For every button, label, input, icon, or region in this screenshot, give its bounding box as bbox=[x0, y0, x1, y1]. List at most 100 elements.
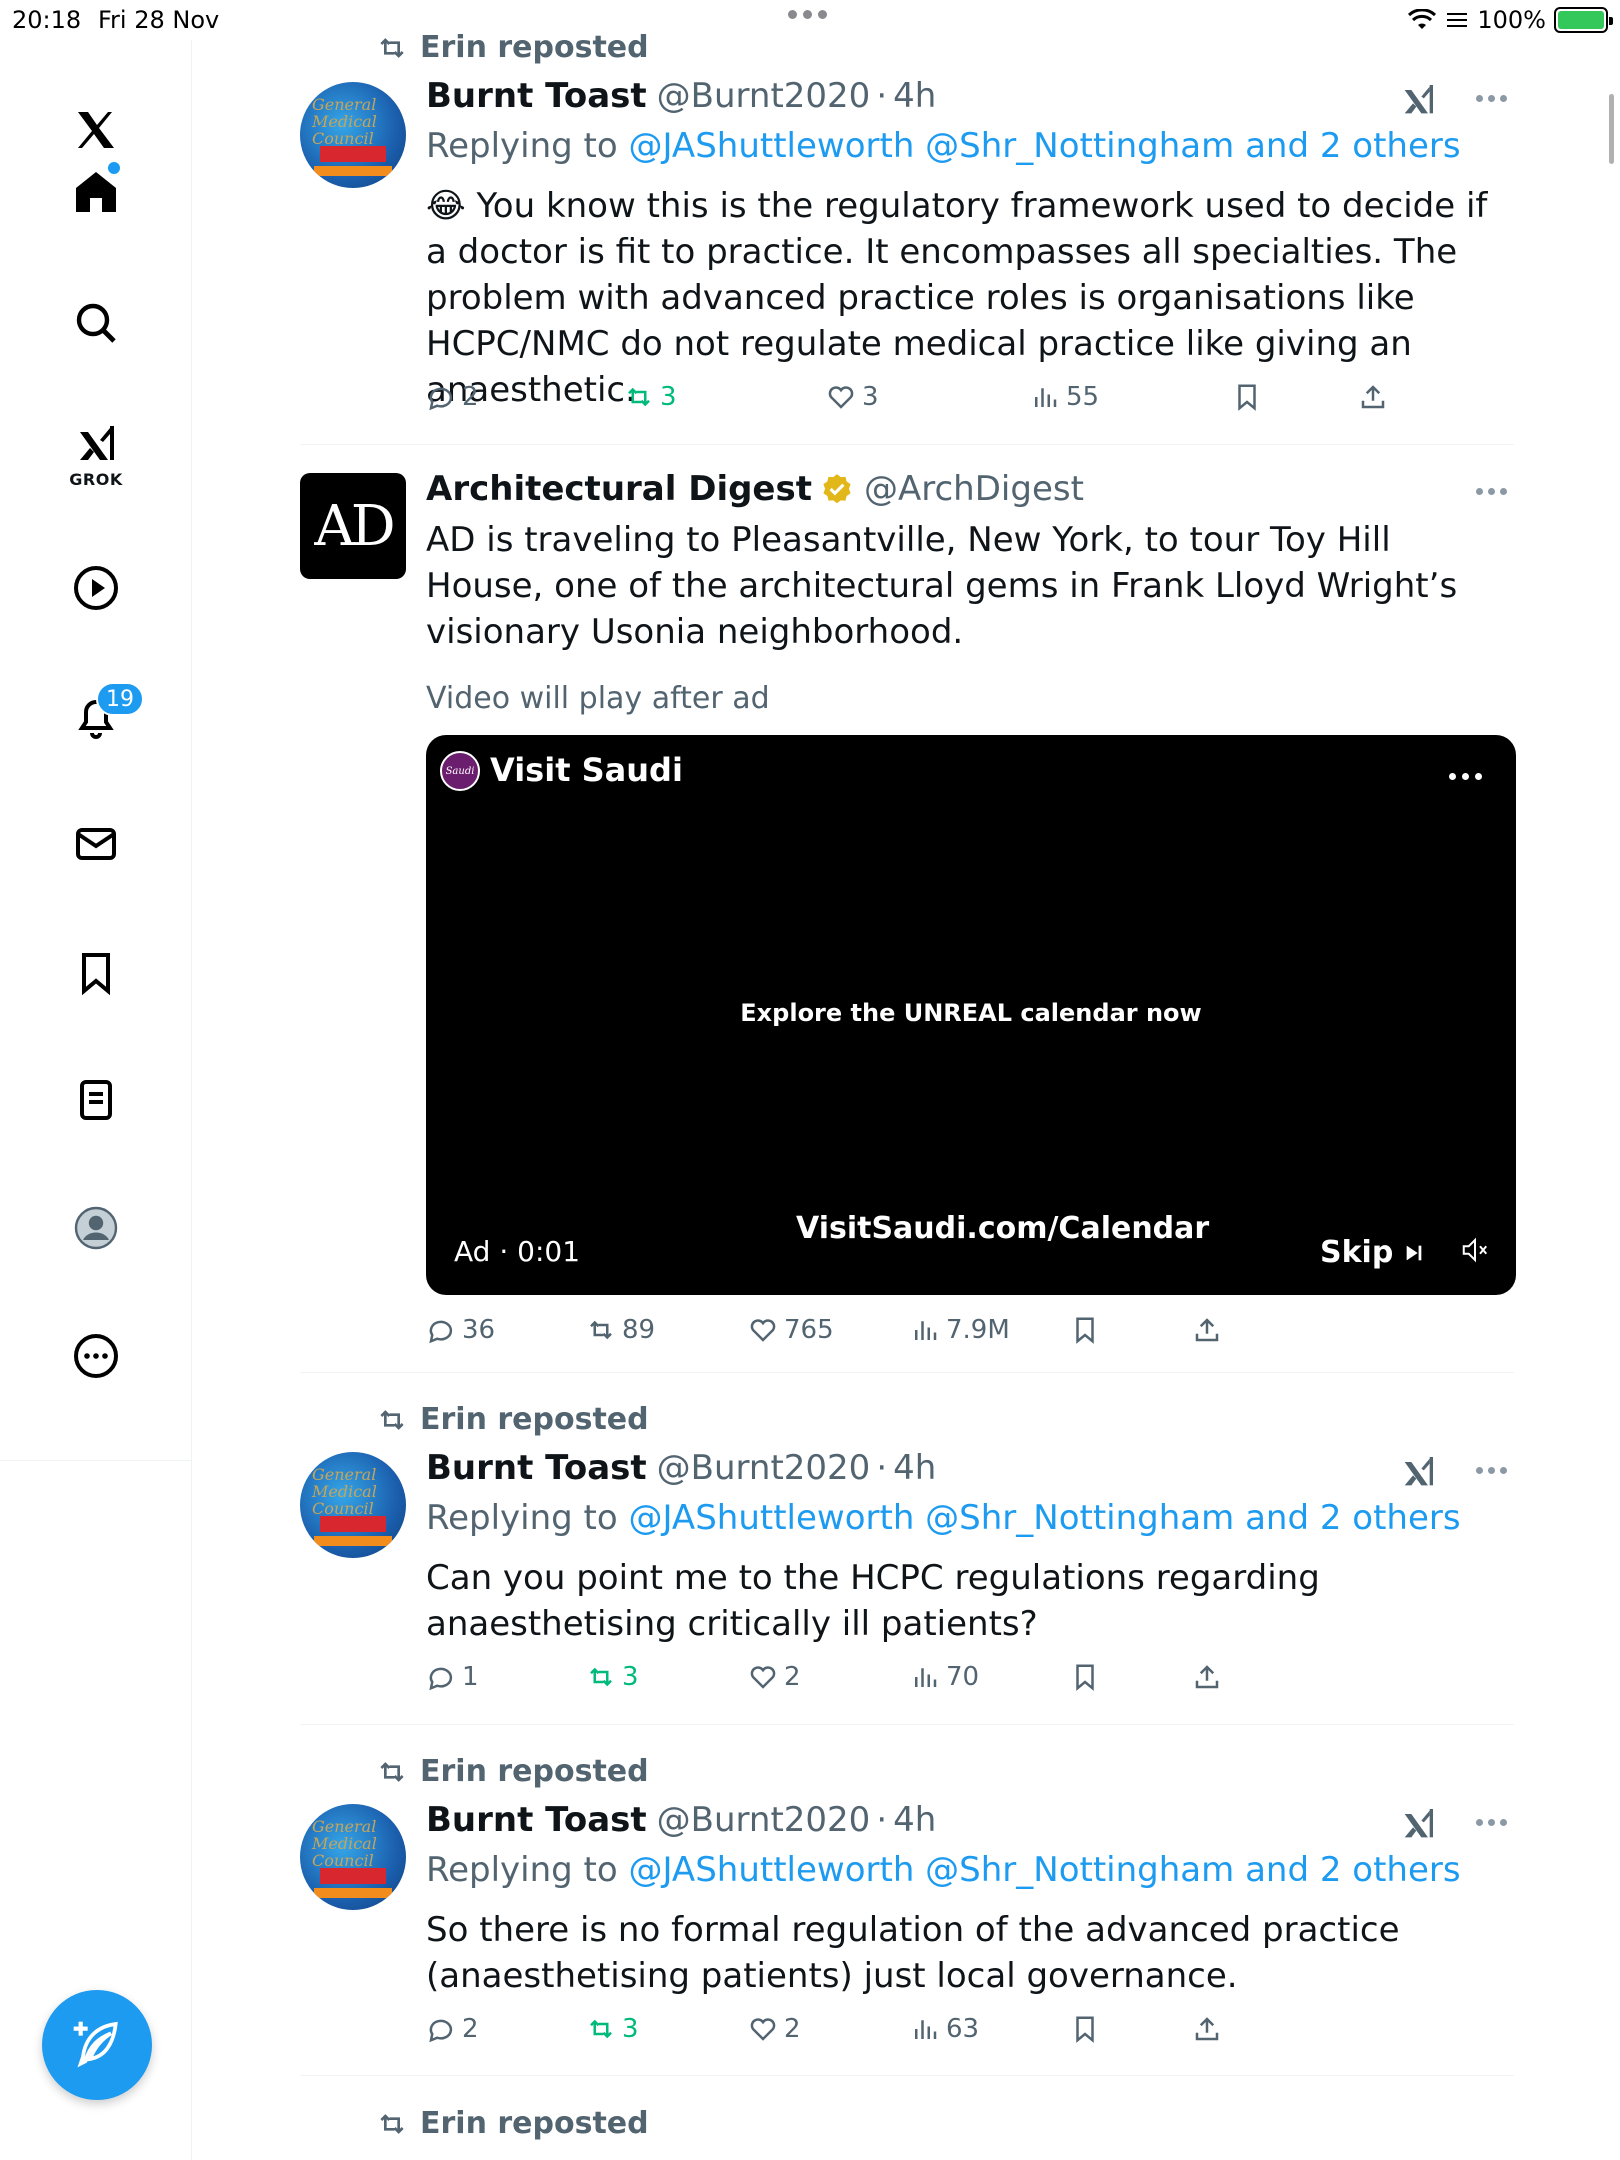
replying-to-links[interactable]: @JAShuttleworth @Shr_Nottingham and 2 ot… bbox=[629, 126, 1461, 166]
bookmark-button[interactable] bbox=[1070, 1662, 1100, 1692]
tweet-actions: 1 3 2 70 bbox=[426, 1662, 1516, 1702]
grok-icon[interactable] bbox=[1398, 80, 1438, 120]
tweet-header: Architectural Digest @ArchDigest bbox=[426, 469, 1084, 509]
user-handle[interactable]: @ArchDigest bbox=[864, 469, 1084, 509]
grok-icon[interactable] bbox=[1398, 1804, 1438, 1844]
bookmark-button[interactable] bbox=[1070, 1315, 1100, 1345]
like-button[interactable]: 3 bbox=[826, 382, 879, 412]
like-button[interactable]: 765 bbox=[748, 1315, 834, 1345]
play-circle-icon bbox=[74, 566, 118, 610]
sidebar-item-bookmarks[interactable] bbox=[56, 933, 136, 1013]
avatar[interactable]: AD bbox=[300, 473, 406, 579]
share-button[interactable] bbox=[1192, 2014, 1222, 2044]
replying-to-links[interactable]: @JAShuttleworth @Shr_Nottingham and 2 ot… bbox=[629, 1498, 1461, 1538]
share-button[interactable] bbox=[1192, 1315, 1222, 1345]
views-button[interactable]: 7.9M bbox=[910, 1315, 1010, 1345]
more-options-icon[interactable] bbox=[1476, 488, 1512, 498]
battery-percent: 100% bbox=[1477, 6, 1546, 34]
battery-icon bbox=[1554, 7, 1613, 33]
tweet-text: AD is traveling to Pleasantville, New Yo… bbox=[426, 520, 1458, 652]
replying-to: Replying to @JAShuttleworth @Shr_Notting… bbox=[426, 1498, 1461, 1538]
user-handle[interactable]: @Burnt2020 bbox=[657, 1448, 871, 1488]
timestamp[interactable]: 4h bbox=[893, 1448, 936, 1488]
repost-label: Erin reposted bbox=[420, 30, 649, 65]
like-count: 2 bbox=[784, 2014, 801, 2044]
avatar[interactable]: General Medical Council bbox=[300, 1804, 406, 1910]
display-name[interactable]: Burnt Toast bbox=[426, 1448, 647, 1488]
tweet-divider bbox=[300, 1724, 1514, 1725]
more-options-icon[interactable] bbox=[1476, 1467, 1512, 1477]
share-button[interactable] bbox=[1192, 1662, 1222, 1692]
views-button[interactable]: 55 bbox=[1030, 382, 1099, 412]
repost-icon bbox=[628, 387, 650, 407]
scrollbar[interactable] bbox=[1609, 94, 1614, 164]
sidebar-item-home[interactable] bbox=[56, 152, 136, 232]
repost-button[interactable]: 3 bbox=[586, 1662, 639, 1692]
replying-to-links[interactable]: @JAShuttleworth @Shr_Nottingham and 2 ot… bbox=[629, 1850, 1461, 1890]
bookmark-button[interactable] bbox=[1232, 382, 1262, 412]
bookmark-icon bbox=[1076, 2016, 1094, 2043]
repost-button[interactable]: 89 bbox=[586, 1315, 655, 1345]
like-count: 3 bbox=[862, 382, 879, 412]
repost-button[interactable]: 3 bbox=[586, 2014, 639, 2044]
sidebar-item-messages[interactable] bbox=[56, 804, 136, 884]
sidebar-item-more[interactable] bbox=[56, 1316, 136, 1396]
sidebar-item-profile[interactable] bbox=[56, 1188, 136, 1268]
reply-button[interactable]: 1 bbox=[426, 1662, 479, 1692]
bookmark-button[interactable] bbox=[1070, 2014, 1100, 2044]
like-button[interactable]: 2 bbox=[748, 1662, 801, 1692]
video-player[interactable]: Saudi Visit Saudi Explore the UNREAL cal… bbox=[426, 735, 1516, 1295]
video-more-icon[interactable] bbox=[1449, 773, 1482, 780]
sidebar-item-search[interactable] bbox=[56, 283, 136, 363]
share-icon bbox=[1195, 2017, 1219, 2041]
mute-icon[interactable] bbox=[1460, 1235, 1490, 1265]
avatar[interactable]: General Medical Council bbox=[300, 82, 406, 188]
tweet-divider bbox=[300, 2075, 1514, 2076]
grok-icon[interactable] bbox=[1398, 1452, 1438, 1492]
compose-button[interactable] bbox=[42, 1990, 152, 2100]
display-name[interactable]: Burnt Toast bbox=[426, 76, 647, 116]
replying-to: Replying to @JAShuttleworth @Shr_Notting… bbox=[426, 126, 1461, 166]
share-button[interactable] bbox=[1358, 382, 1388, 412]
bookmark-icon bbox=[1076, 1317, 1094, 1344]
ad-url[interactable]: VisitSaudi.com/Calendar bbox=[796, 1211, 1209, 1246]
repost-button[interactable]: 3 bbox=[624, 382, 677, 412]
timestamp[interactable]: 4h bbox=[893, 76, 936, 116]
display-name[interactable]: Burnt Toast bbox=[426, 1800, 647, 1840]
reply-button[interactable]: 2 bbox=[426, 2014, 479, 2044]
views-button[interactable]: 70 bbox=[910, 1662, 979, 1692]
more-options-icon[interactable] bbox=[1476, 95, 1512, 105]
wifi-icon bbox=[1408, 9, 1437, 29]
status-indicators: 100% bbox=[1407, 6, 1613, 34]
skip-ad-button[interactable]: Skip bbox=[1320, 1235, 1425, 1270]
views-button[interactable]: 63 bbox=[910, 2014, 979, 2044]
sidebar-item-lists[interactable] bbox=[56, 1060, 136, 1140]
repost-icon bbox=[380, 37, 404, 58]
multitask-grabber[interactable] bbox=[788, 10, 832, 22]
display-name[interactable]: Architectural Digest bbox=[426, 469, 812, 509]
repost-icon bbox=[590, 2019, 612, 2039]
advertiser-logo[interactable]: Saudi bbox=[440, 751, 480, 791]
profile-avatar-icon bbox=[74, 1206, 118, 1250]
repost-indicator: Erin reposted bbox=[376, 30, 649, 65]
advertiser-name[interactable]: Visit Saudi bbox=[490, 751, 683, 789]
reply-button[interactable]: 36 bbox=[426, 1315, 495, 1345]
repost-icon bbox=[590, 1320, 612, 1340]
repost-count: 3 bbox=[622, 1662, 639, 1692]
reply-button[interactable]: 2 bbox=[426, 382, 479, 412]
repost-count: 3 bbox=[660, 382, 677, 412]
tweet-text: Can you point me to the HCPC regulations… bbox=[426, 1558, 1320, 1644]
sidebar-item-video[interactable] bbox=[56, 548, 136, 628]
user-handle[interactable]: @Burnt2020 bbox=[657, 1800, 871, 1840]
user-handle[interactable]: @Burnt2020 bbox=[657, 76, 871, 116]
avatar[interactable]: General Medical Council bbox=[300, 1452, 406, 1558]
reply-count: 1 bbox=[462, 1662, 479, 1692]
views-icon bbox=[1035, 388, 1057, 407]
sidebar-item-notifications[interactable]: 19 bbox=[56, 676, 144, 756]
sidebar-item-grok[interactable]: GROK bbox=[56, 414, 136, 494]
more-options-icon[interactable] bbox=[1476, 1819, 1512, 1829]
like-button[interactable]: 2 bbox=[748, 2014, 801, 2044]
tweet-actions: 36 89 765 7.9M bbox=[426, 1315, 1516, 1355]
repost-label: Erin reposted bbox=[420, 1754, 649, 1789]
timestamp[interactable]: 4h bbox=[893, 1800, 936, 1840]
